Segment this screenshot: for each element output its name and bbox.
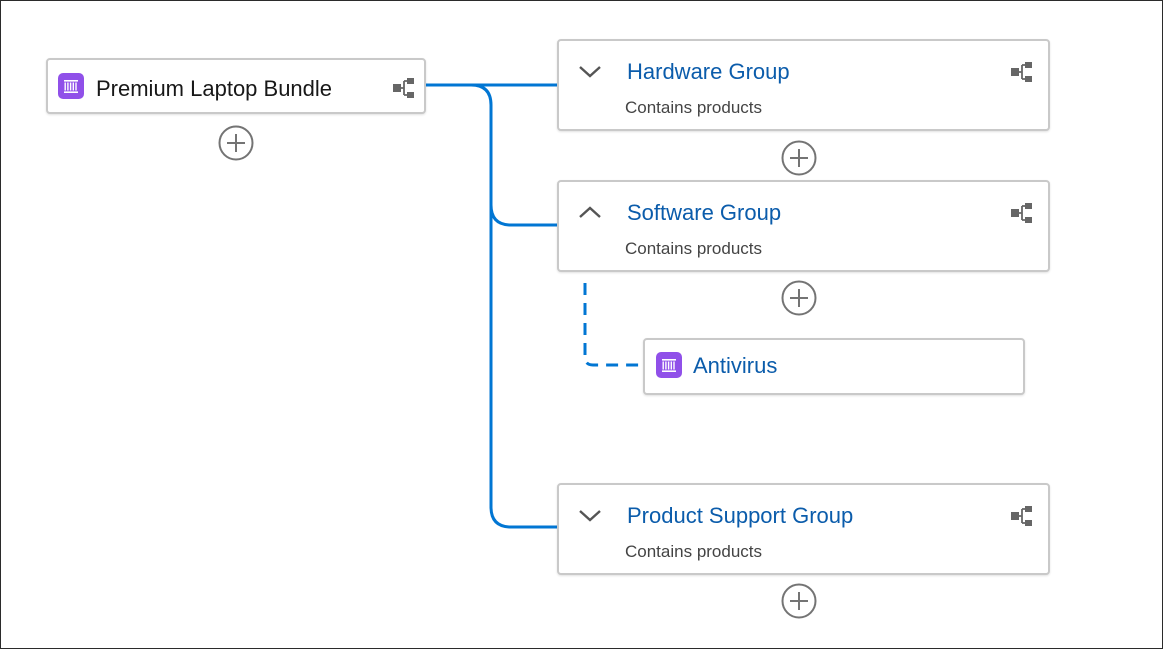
child-product-node-antivirus[interactable]: Antivirus [643, 338, 1025, 395]
add-to-product-support-group-button[interactable] [781, 583, 817, 619]
hierarchy-icon[interactable] [1010, 504, 1034, 528]
root-product-label: Premium Laptop Bundle [96, 76, 333, 101]
group-node-software[interactable]: Software Group Contains products [557, 180, 1050, 272]
bundle-hierarchy-canvas: Premium Laptop Bundle Hardware Group Con… [0, 0, 1163, 649]
add-root-child-button[interactable] [218, 125, 254, 161]
child-product-label[interactable]: Antivirus [693, 353, 777, 379]
hierarchy-icon[interactable] [1010, 60, 1034, 84]
chevron-down-icon[interactable] [577, 61, 603, 81]
group-subtitle: Contains products [625, 542, 763, 561]
hierarchy-icon[interactable] [1010, 201, 1034, 225]
connector-root-to-software [489, 204, 557, 227]
group-subtitle: Contains products [625, 98, 763, 117]
group-node-product-support[interactable]: Product Support Group Contains products [557, 483, 1050, 575]
connector-software-to-antivirus [583, 283, 641, 367]
hierarchy-icon[interactable] [392, 76, 416, 100]
group-title[interactable]: Software Group [627, 200, 781, 226]
chevron-up-icon[interactable] [577, 202, 603, 222]
product-icon [656, 352, 682, 378]
connector-trunk [426, 83, 557, 529]
group-title[interactable]: Product Support Group [627, 503, 853, 529]
group-title[interactable]: Hardware Group [627, 59, 790, 85]
chevron-down-icon[interactable] [577, 505, 603, 525]
add-to-hardware-group-button[interactable] [781, 140, 817, 176]
group-subtitle: Contains products [625, 239, 763, 258]
product-icon [58, 73, 84, 99]
add-to-software-group-button[interactable] [781, 280, 817, 316]
root-product-node[interactable]: Premium Laptop Bundle [46, 58, 426, 114]
group-node-hardware[interactable]: Hardware Group Contains products [557, 39, 1050, 131]
